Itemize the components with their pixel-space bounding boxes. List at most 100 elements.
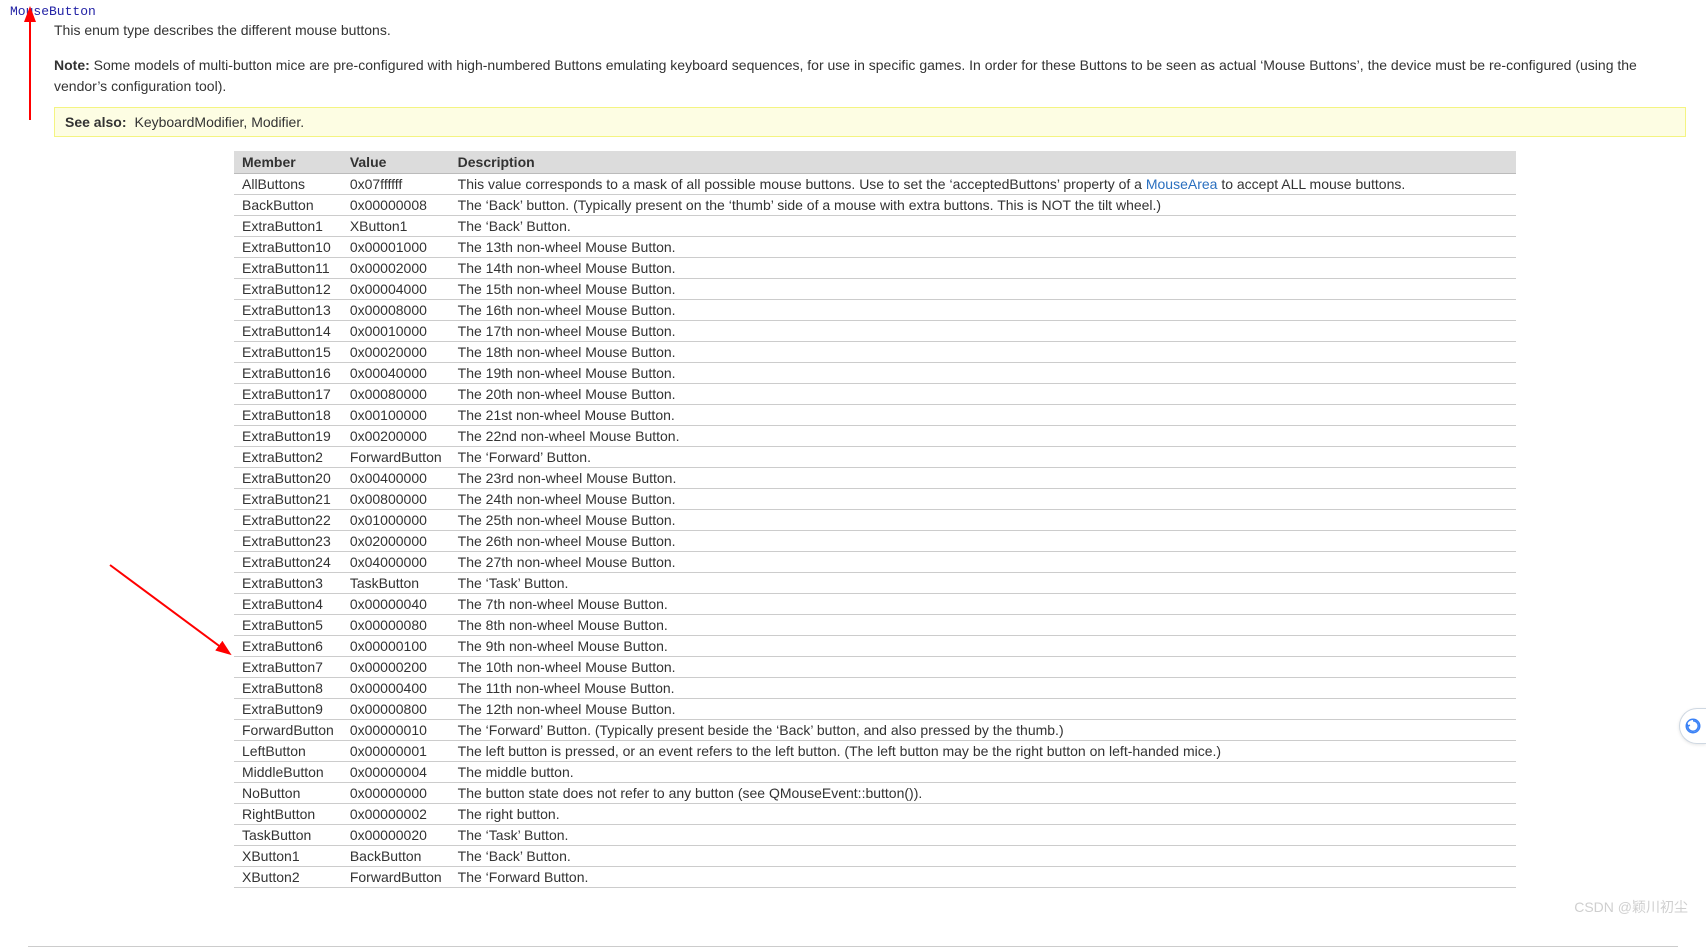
cell-description: The 27th non-wheel Mouse Button. [450, 551, 1516, 572]
cell-member: ExtraButton13 [234, 299, 342, 320]
cell-member: ExtraButton6 [234, 635, 342, 656]
cell-value: 0x00000080 [342, 614, 450, 635]
cell-member: ExtraButton18 [234, 404, 342, 425]
table-row: ExtraButton130x00008000The 16th non-whee… [234, 299, 1516, 320]
table-row: AllButtons0x07ffffffThis value correspon… [234, 173, 1516, 194]
cell-member: ExtraButton17 [234, 383, 342, 404]
cell-value: 0x00000400 [342, 677, 450, 698]
table-row: ExtraButton50x00000080The 8th non-wheel … [234, 614, 1516, 635]
cell-member: XButton2 [234, 866, 342, 887]
cell-value: 0x00400000 [342, 467, 450, 488]
cell-member: ExtraButton8 [234, 677, 342, 698]
cell-member: ExtraButton22 [234, 509, 342, 530]
table-row: ExtraButton2ForwardButtonThe ‘Forward’ B… [234, 446, 1516, 467]
cell-description: The 8th non-wheel Mouse Button. [450, 614, 1516, 635]
cell-member: ExtraButton16 [234, 362, 342, 383]
table-row: ExtraButton1XButton1The ‘Back’ Button. [234, 215, 1516, 236]
col-description: Description [450, 151, 1516, 174]
table-row: ExtraButton160x00040000The 19th non-whee… [234, 362, 1516, 383]
see-also-links: KeyboardModifier, Modifier. [134, 114, 304, 130]
table-row: ExtraButton180x00100000The 21st non-whee… [234, 404, 1516, 425]
cell-description: The 22nd non-wheel Mouse Button. [450, 425, 1516, 446]
cell-value: 0x00080000 [342, 383, 450, 404]
cell-value: 0x00000004 [342, 761, 450, 782]
cell-value: ForwardButton [342, 446, 450, 467]
table-row: ExtraButton3TaskButtonThe ‘Task’ Button. [234, 572, 1516, 593]
note-block: Note: Some models of multi-button mice a… [54, 55, 1686, 97]
members-table: Member Value Description AllButtons0x07f… [234, 151, 1516, 888]
note-text: Some models of multi-button mice are pre… [54, 57, 1637, 94]
see-also-block: See also: KeyboardModifier, Modifier. [54, 107, 1686, 137]
col-member: Member [234, 151, 342, 174]
table-row: ExtraButton170x00080000The 20th non-whee… [234, 383, 1516, 404]
cell-member: AllButtons [234, 173, 342, 194]
enum-title: MouseButton [10, 4, 1686, 19]
cell-description: The ‘Task’ Button. [450, 824, 1516, 845]
intro-text: This enum type describes the different m… [54, 21, 1686, 41]
cell-member: ExtraButton10 [234, 236, 342, 257]
cell-member: ExtraButton4 [234, 593, 342, 614]
cell-member: ExtraButton2 [234, 446, 342, 467]
cell-description: The 14th non-wheel Mouse Button. [450, 257, 1516, 278]
table-row: ExtraButton190x00200000The 22nd non-whee… [234, 425, 1516, 446]
table-row: XButton2ForwardButtonThe ‘Forward Button… [234, 866, 1516, 887]
cell-description: The ‘Forward Button. [450, 866, 1516, 887]
cell-member: ExtraButton19 [234, 425, 342, 446]
bottom-divider [28, 946, 1678, 947]
table-row: TaskButton0x00000020The ‘Task’ Button. [234, 824, 1516, 845]
table-row: ExtraButton100x00001000The 13th non-whee… [234, 236, 1516, 257]
cell-value: 0x00000010 [342, 719, 450, 740]
cell-value: 0x00010000 [342, 320, 450, 341]
table-row: MiddleButton0x00000004The middle button. [234, 761, 1516, 782]
cell-description: The 10th non-wheel Mouse Button. [450, 656, 1516, 677]
cell-value: 0x00020000 [342, 341, 450, 362]
cell-member: ExtraButton21 [234, 488, 342, 509]
cell-description: The 17th non-wheel Mouse Button. [450, 320, 1516, 341]
cell-value: 0x00000800 [342, 698, 450, 719]
cell-description: The right button. [450, 803, 1516, 824]
cell-value: 0x00200000 [342, 425, 450, 446]
cell-value: 0x00000020 [342, 824, 450, 845]
cell-member: ExtraButton9 [234, 698, 342, 719]
cell-value: 0x00001000 [342, 236, 450, 257]
cell-member: ExtraButton11 [234, 257, 342, 278]
cell-member: ExtraButton5 [234, 614, 342, 635]
cell-description: The 23rd non-wheel Mouse Button. [450, 467, 1516, 488]
mousearea-link[interactable]: MouseArea [1146, 176, 1218, 192]
cell-description: This value corresponds to a mask of all … [450, 173, 1516, 194]
cell-value: 0x00002000 [342, 257, 450, 278]
cell-value: 0x00000200 [342, 656, 450, 677]
cell-member: ExtraButton20 [234, 467, 342, 488]
table-row: ExtraButton120x00004000The 15th non-whee… [234, 278, 1516, 299]
cell-member: ExtraButton15 [234, 341, 342, 362]
table-row: ExtraButton60x00000100The 9th non-wheel … [234, 635, 1516, 656]
cell-description: The ‘Back’ Button. [450, 215, 1516, 236]
cell-description: The 26th non-wheel Mouse Button. [450, 530, 1516, 551]
cell-member: ExtraButton24 [234, 551, 342, 572]
table-row: ExtraButton220x01000000The 25th non-whee… [234, 509, 1516, 530]
cell-description: The 18th non-wheel Mouse Button. [450, 341, 1516, 362]
cell-value: TaskButton [342, 572, 450, 593]
see-also-label: See also: [65, 114, 126, 130]
cell-value: 0x00000100 [342, 635, 450, 656]
table-row: ExtraButton90x00000800The 12th non-wheel… [234, 698, 1516, 719]
cell-member: ExtraButton3 [234, 572, 342, 593]
table-row: ExtraButton210x00800000The 24th non-whee… [234, 488, 1516, 509]
col-value: Value [342, 151, 450, 174]
cell-value: 0x00040000 [342, 362, 450, 383]
cell-description: The 19th non-wheel Mouse Button. [450, 362, 1516, 383]
table-row: ExtraButton80x00000400The 11th non-wheel… [234, 677, 1516, 698]
cell-description: The 24th non-wheel Mouse Button. [450, 488, 1516, 509]
cell-value: 0x07ffffff [342, 173, 450, 194]
table-row: ExtraButton200x00400000The 23rd non-whee… [234, 467, 1516, 488]
cell-member: ExtraButton12 [234, 278, 342, 299]
cell-value: ForwardButton [342, 866, 450, 887]
cell-member: NoButton [234, 782, 342, 803]
cell-description: The button state does not refer to any b… [450, 782, 1516, 803]
cell-value: 0x00004000 [342, 278, 450, 299]
cell-description: The 9th non-wheel Mouse Button. [450, 635, 1516, 656]
table-row: BackButton0x00000008The ‘Back’ button. (… [234, 194, 1516, 215]
cell-description: The left button is pressed, or an event … [450, 740, 1516, 761]
cell-value: 0x00000008 [342, 194, 450, 215]
cell-description: The ‘Back’ Button. [450, 845, 1516, 866]
